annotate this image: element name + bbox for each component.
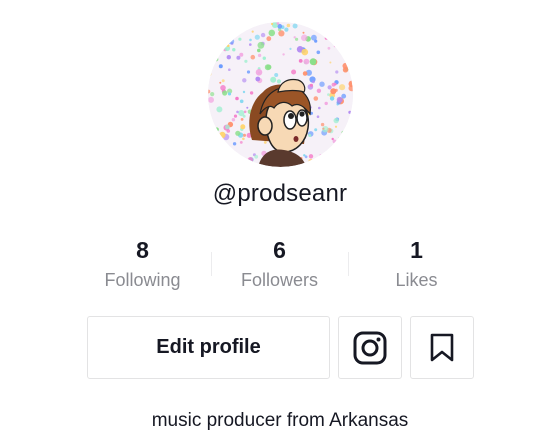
instagram-button[interactable] xyxy=(338,316,402,379)
stat-following[interactable]: 8 Following xyxy=(74,236,211,294)
likes-count: 1 xyxy=(410,237,423,263)
username: @prodseanr xyxy=(212,180,348,207)
likes-label: Likes xyxy=(395,270,438,290)
stat-likes[interactable]: 1 Likes xyxy=(348,236,485,294)
edit-profile-button[interactable]: Edit profile xyxy=(87,316,330,379)
following-count: 8 xyxy=(136,237,149,263)
profile-bio: music producer from Arkansas xyxy=(151,410,409,431)
followers-count: 6 xyxy=(273,237,286,263)
instagram-icon xyxy=(353,331,387,364)
following-label: Following xyxy=(104,270,181,290)
profile-avatar[interactable] xyxy=(208,22,353,167)
followers-label: Followers xyxy=(240,270,319,290)
bookmark-icon xyxy=(430,333,454,361)
avatar-illustration xyxy=(208,22,353,167)
stat-followers[interactable]: 6 Followers xyxy=(211,236,348,294)
profile-stats: 8 Following 6 Followers 1 Likes xyxy=(74,236,486,296)
favorites-button[interactable] xyxy=(410,316,474,379)
